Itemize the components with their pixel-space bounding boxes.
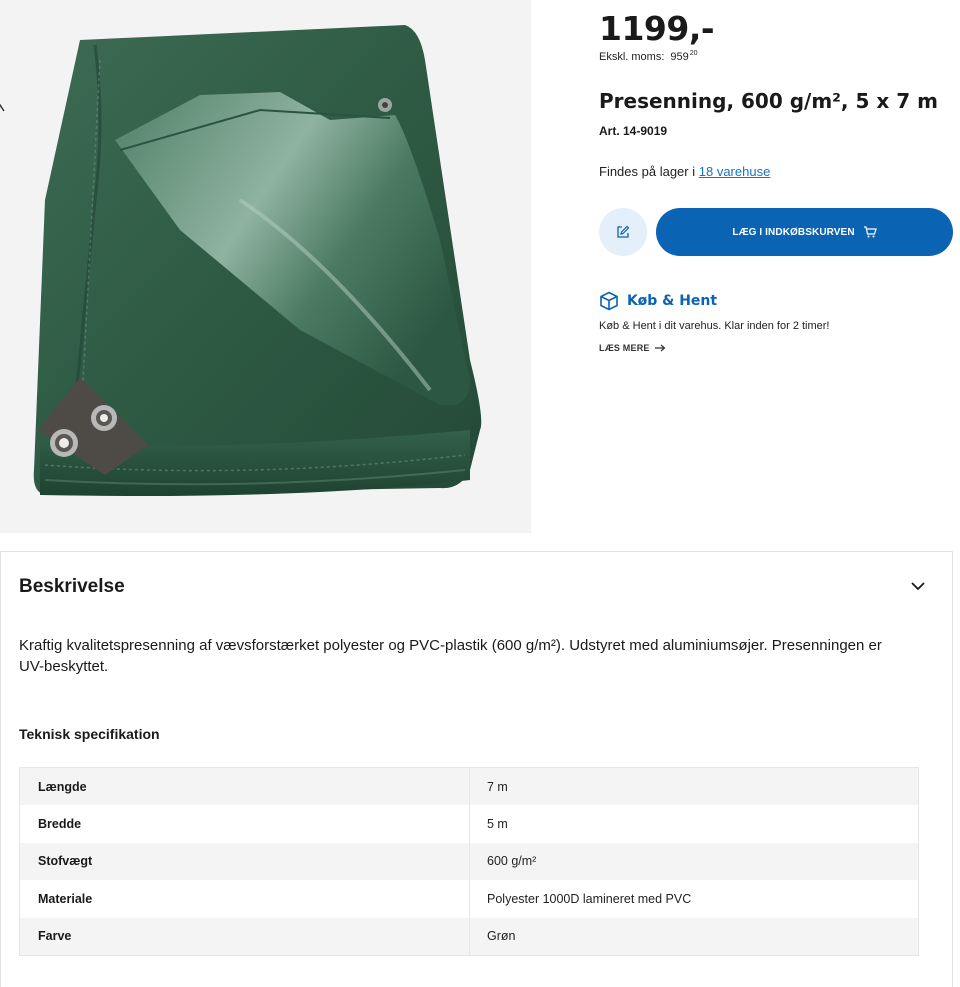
article-number: Art. 14-9019 <box>599 124 668 138</box>
spec-value: 600 g/m² <box>487 854 537 869</box>
spec-heading: Teknisk specifikation <box>19 726 160 742</box>
price-excl-vat-cents: 20 <box>689 50 698 57</box>
table-row: Materiale Polyester 1000D lamineret med … <box>20 880 918 918</box>
product-image <box>0 0 531 533</box>
table-row: Farve Grøn <box>20 917 918 955</box>
edit-note-icon <box>617 225 630 238</box>
spec-label: Farve <box>20 917 470 955</box>
tarp-image <box>33 25 482 496</box>
stock-prefix: Findes på lager i <box>599 164 696 179</box>
table-row: Bredde 5 m <box>20 805 918 843</box>
price-excl-vat-label: Ekskl. moms: <box>599 51 665 63</box>
price-excl-vat: Ekskl. moms: 95920 <box>599 50 698 63</box>
price-excl-vat-amount: 959 <box>670 51 689 63</box>
price: 1199,- <box>599 9 715 48</box>
spec-label: Materiale <box>20 880 470 918</box>
add-to-cart-button[interactable]: LÆG I INDKØBSKURVEN <box>656 208 953 256</box>
click-collect-heading: Køb & Hent <box>599 291 717 311</box>
chevron-down-icon[interactable] <box>910 580 926 592</box>
arrow-right-icon <box>654 344 666 352</box>
spec-value: Grøn <box>487 929 516 944</box>
cart-icon <box>863 226 877 238</box>
previous-image-icon[interactable] <box>0 100 8 114</box>
add-to-cart-label: LÆG I INDKØBSKURVEN <box>732 226 855 238</box>
spec-value: Polyester 1000D lamineret med PVC <box>487 891 692 906</box>
read-more-label: LÆS MERE <box>599 343 650 353</box>
spec-label: Bredde <box>20 805 470 843</box>
table-row: Længde 7 m <box>20 768 918 806</box>
spec-label: Længde <box>20 768 470 806</box>
click-collect-title: Køb & Hent <box>627 293 718 309</box>
read-more-link[interactable]: LÆS MERE <box>599 343 666 353</box>
box-icon <box>600 291 618 311</box>
spec-value: 7 m <box>487 779 508 794</box>
stock-stores-link[interactable]: 18 varehuse <box>699 164 771 179</box>
spec-table: Længde 7 m Bredde 5 m Stofvægt 600 g/m² … <box>19 767 919 956</box>
stock-status: Findes på lager i 18 varehuse <box>599 164 770 179</box>
add-note-button[interactable] <box>599 208 647 256</box>
description-heading: Beskrivelse <box>19 576 125 597</box>
description-text: Kraftig kvalitetspresenning af vævsforst… <box>19 637 882 675</box>
click-collect-description: Køb & Hent i dit varehus. Klar inden for… <box>599 320 830 332</box>
product-title: Presenning, 600 g/m², 5 x 7 m <box>599 89 938 113</box>
table-row: Stofvægt 600 g/m² <box>20 842 918 881</box>
spec-label: Stofvægt <box>20 842 470 881</box>
description-panel: Beskrivelse Kraftig kvalitetspresenning … <box>0 551 953 987</box>
spec-value: 5 m <box>487 817 508 832</box>
